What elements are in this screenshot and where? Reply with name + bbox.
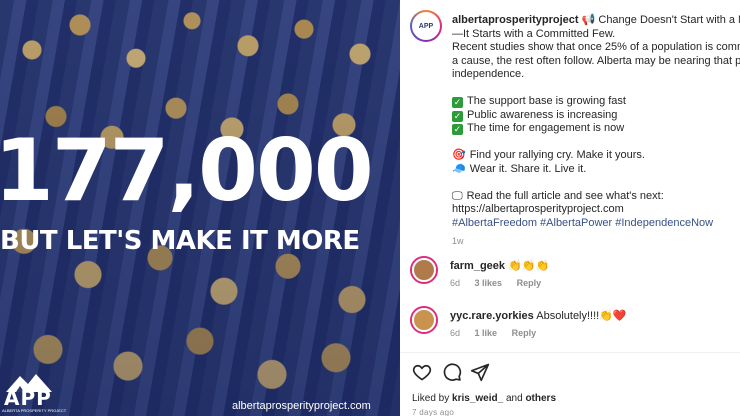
check-item: The support base is growing fast (467, 95, 626, 107)
check-icon: ✓ (452, 97, 463, 108)
comment-age: 6d (450, 328, 461, 338)
share-icon[interactable] (470, 362, 490, 382)
image-subline: BUT LET'S MAKE IT MORE (0, 226, 360, 256)
comment-likes[interactable]: 3 likes (475, 278, 503, 288)
reply-button[interactable]: Reply (517, 278, 542, 288)
image-site-url: albertaprosperityproject.com (232, 400, 371, 412)
post-username[interactable]: albertaprosperityproject (452, 14, 579, 26)
post-panel: APP albertaprosperityproject 📢 Change Do… (400, 0, 740, 416)
target-icon: 🎯 (452, 149, 466, 161)
avatar-logo-icon: APP (412, 12, 440, 40)
liked-and: and (505, 393, 523, 404)
avatar[interactable]: APP (410, 10, 442, 42)
image-logo-subtext: ALBERTA PROSPERITY PROJECT (2, 408, 67, 413)
divider (400, 352, 740, 353)
read-url[interactable]: https://albertaprosperityproject.com (452, 203, 740, 217)
liked-user[interactable]: kris_weid_ (452, 393, 503, 404)
megaphone-icon: 📢 (581, 14, 596, 26)
cap-icon: 🧢 (452, 162, 466, 175)
heart-icon[interactable] (412, 362, 432, 382)
rally-line-2: Wear it. Share it. Live it. (469, 162, 587, 175)
check-icon: ✓ (452, 124, 463, 135)
comment-avatar[interactable] (410, 306, 438, 334)
comment-text: 👏👏👏 (508, 260, 550, 272)
post-image[interactable]: 177,000 BUT LET'S MAKE IT MORE APP ALBER… (0, 0, 400, 416)
comment-likes[interactable]: 1 like (475, 328, 498, 338)
hashtags[interactable]: #AlbertaFreedom #AlbertaPower #Independe… (452, 217, 740, 231)
rally-line-1: Find your rallying cry. Make it yours. (469, 149, 645, 161)
comment-icon[interactable] (442, 362, 462, 382)
check-item: The time for engagement is now (467, 122, 625, 134)
comment-avatar[interactable] (410, 256, 438, 284)
headline-line-1: Change Doesn't Start with a Majori (598, 14, 740, 26)
image-big-number: 177,000 (0, 121, 374, 221)
liked-prefix: Liked by (412, 393, 450, 404)
image-logo-text: APP (4, 386, 52, 410)
liked-by: Liked by kris_weid_ and others (412, 393, 556, 404)
body-line-2: a cause, the rest often follow. Alberta … (452, 54, 740, 67)
post-caption: albertaprosperityproject 📢 Change Doesn'… (452, 14, 740, 249)
comment-age: 6d (450, 278, 461, 288)
reply-button[interactable]: Reply (512, 328, 537, 338)
screen-icon: 🖵 (452, 189, 463, 202)
check-icon: ✓ (452, 110, 463, 122)
post-time: 1w (452, 236, 464, 246)
comment-username[interactable]: farm_geek (450, 260, 505, 272)
liked-others[interactable]: others (525, 393, 556, 404)
post-date: 7 days ago (412, 408, 455, 416)
read-line: Read the full article and see what's nex… (466, 189, 664, 202)
headline-line-2: —It Starts with a Committed Few. (452, 27, 616, 40)
comment-username[interactable]: yyc.rare.yorkies (450, 310, 534, 322)
comment-text: Absolutely!!!!👏❤️ (536, 310, 627, 322)
body-line-3: independence. (452, 68, 525, 80)
body-line-1: Recent studies show that once 25% of a p… (452, 41, 740, 53)
check-item: Public awareness is increasing (467, 108, 618, 121)
